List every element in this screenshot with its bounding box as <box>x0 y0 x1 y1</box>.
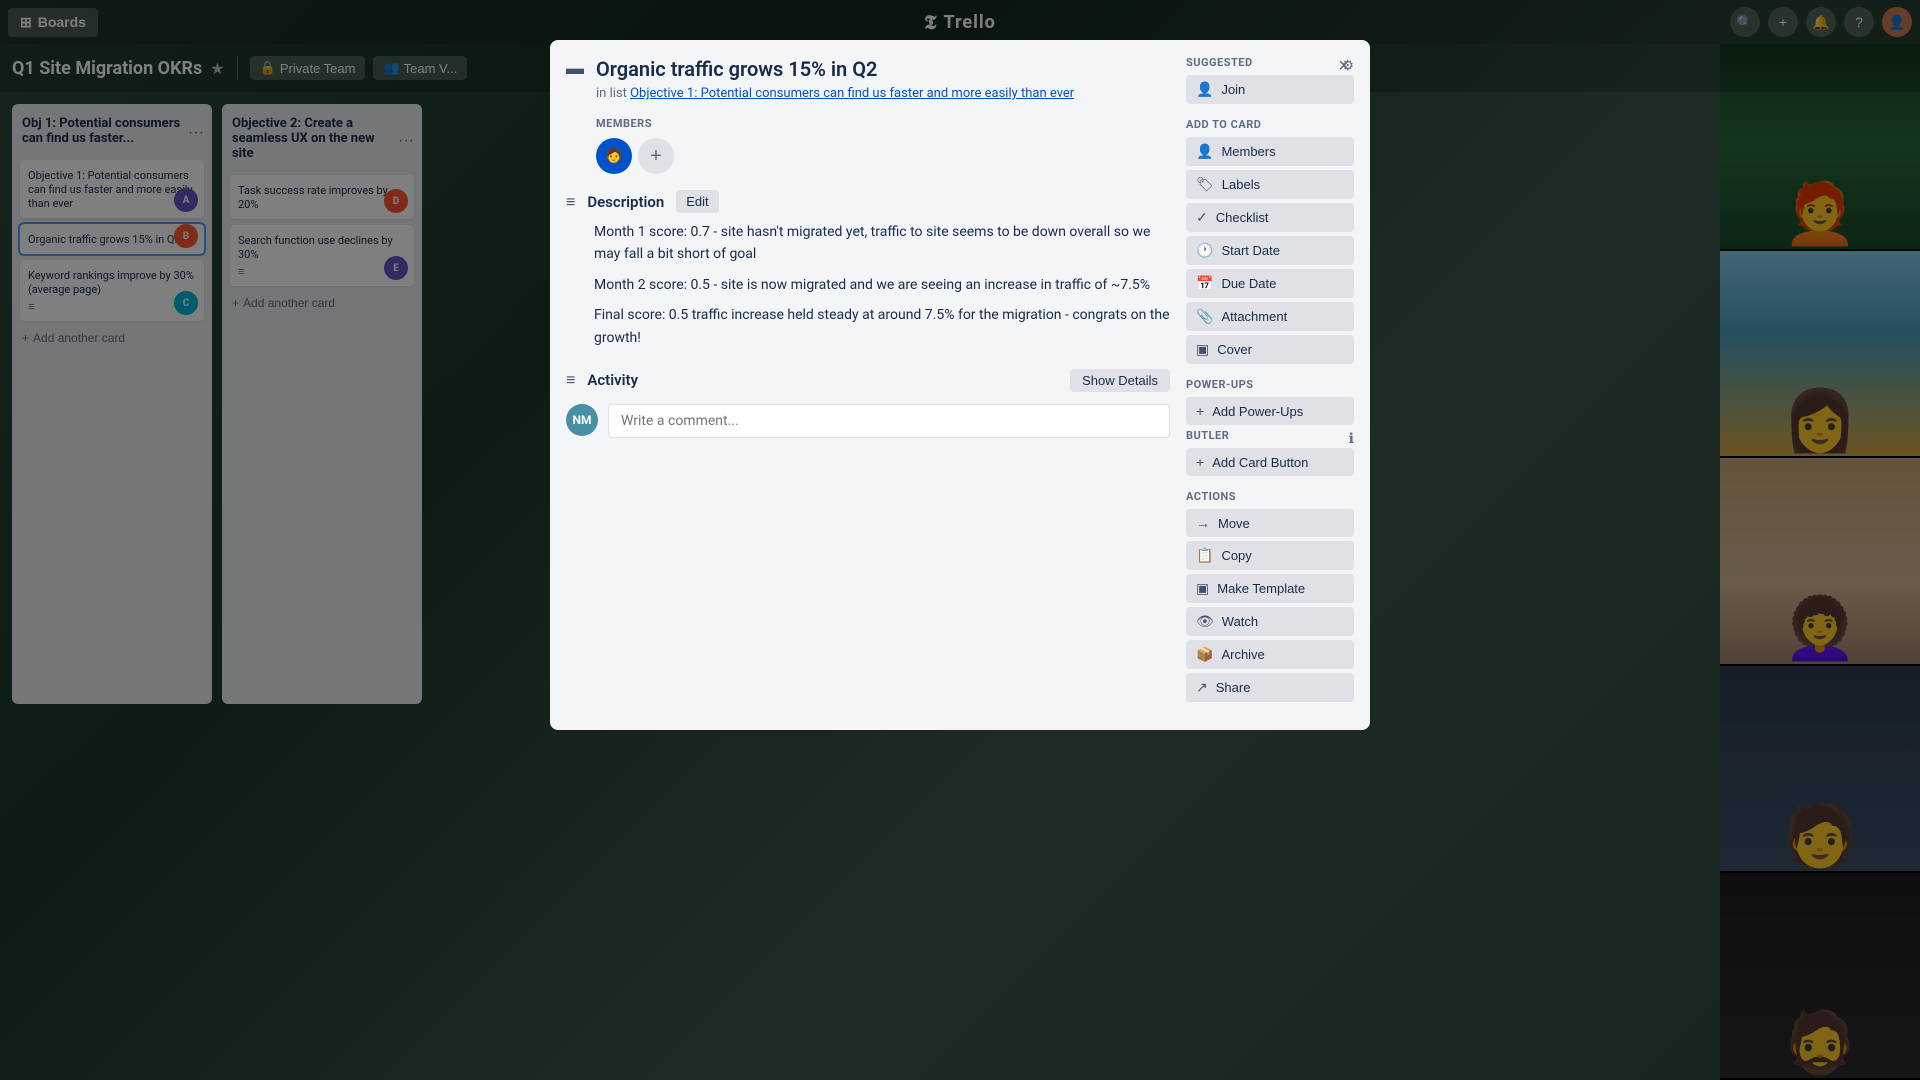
plus-icon-butler: + <box>1196 454 1204 470</box>
members-icon: 👤 <box>1196 143 1213 160</box>
copy-label: Copy <box>1221 548 1251 563</box>
comment-input[interactable] <box>608 404 1170 438</box>
share-label: Share <box>1216 680 1251 695</box>
archive-icon: 📦 <box>1196 646 1213 663</box>
members-section: MEMBERS 🧑 + <box>596 117 1170 174</box>
butler-header: BUTLER ℹ <box>1186 429 1354 448</box>
description-edit-button[interactable]: Edit <box>676 190 718 213</box>
description-content: Month 1 score: 0.7 - site hasn't migrate… <box>594 221 1170 349</box>
attachment-icon: 📎 <box>1196 308 1213 325</box>
add-card-button-label: Add Card Button <box>1212 455 1308 470</box>
card-detail-modal: × ▬ Organic traffic grows 15% in Q2 in l… <box>550 40 1370 730</box>
due-date-icon: 📅 <box>1196 275 1213 292</box>
make-template-icon: ▣ <box>1196 580 1209 597</box>
move-icon: → <box>1196 515 1210 531</box>
attachment-button[interactable]: 📎 Attachment <box>1186 302 1354 331</box>
join-label: Join <box>1221 82 1245 97</box>
activity-header-left: ≡ Activity <box>566 370 638 390</box>
members-button[interactable]: 👤 Members <box>1186 137 1354 166</box>
watch-label: Watch <box>1222 614 1258 629</box>
checklist-icon: ✓ <box>1196 209 1208 226</box>
members-section-label: MEMBERS <box>596 117 1170 130</box>
modal-close-button[interactable]: × <box>1328 50 1360 82</box>
cover-label: Cover <box>1217 342 1252 357</box>
copy-button[interactable]: 📋 Copy <box>1186 541 1354 570</box>
due-date-button[interactable]: 📅 Due Date <box>1186 269 1354 298</box>
due-date-label: Due Date <box>1221 276 1276 291</box>
close-icon: × <box>1338 55 1350 78</box>
move-button[interactable]: → Move <box>1186 509 1354 537</box>
actions-label: ACTIONS <box>1186 490 1354 503</box>
butler-label: BUTLER <box>1186 429 1229 442</box>
cover-button[interactable]: ▣ Cover <box>1186 335 1354 364</box>
desc-line-1: Month 1 score: 0.7 - site hasn't migrate… <box>594 221 1170 266</box>
labels-button[interactable]: 🏷 Labels <box>1186 170 1354 199</box>
cover-icon: ▣ <box>1196 341 1209 358</box>
watch-button[interactable]: 👁 Watch <box>1186 607 1354 636</box>
description-section: ≡ Description Edit Month 1 score: 0.7 - … <box>566 190 1170 349</box>
members-btn-label: Members <box>1221 144 1275 159</box>
description-icon: ≡ <box>566 192 575 212</box>
suggested-label: SUGGESTED <box>1186 56 1253 69</box>
copy-icon: 📋 <box>1196 547 1213 564</box>
activity-title: Activity <box>587 371 638 389</box>
member-avatar-1[interactable]: 🧑 <box>596 138 632 174</box>
description-title: Description <box>587 193 664 211</box>
checklist-btn-label: Checklist <box>1216 210 1269 225</box>
move-label: Move <box>1218 516 1250 531</box>
members-row: 🧑 + <box>596 138 1170 174</box>
description-header: ≡ Description Edit <box>566 190 1170 213</box>
modal-title-area: Organic traffic grows 15% in Q2 in list … <box>596 56 1074 101</box>
modal-main-content: ▬ Organic traffic grows 15% in Q2 in lis… <box>566 56 1170 706</box>
activity-header: ≡ Activity Show Details <box>566 369 1170 392</box>
add-power-ups-label: Add Power-Ups <box>1212 404 1303 419</box>
archive-label: Archive <box>1221 647 1264 662</box>
share-button[interactable]: ↗ Share <box>1186 673 1354 702</box>
add-card-button-butler[interactable]: + Add Card Button <box>1186 448 1354 476</box>
attachment-label: Attachment <box>1221 309 1287 324</box>
modal-in-list-text: in list Objective 1: Potential consumers… <box>596 86 1074 101</box>
start-date-button[interactable]: 🕐 Start Date <box>1186 236 1354 265</box>
activity-section: ≡ Activity Show Details NM <box>566 369 1170 438</box>
plus-icon-power-ups: + <box>1196 403 1204 419</box>
watch-icon: 👁 <box>1196 613 1214 630</box>
join-button[interactable]: 👤 Join <box>1186 75 1354 104</box>
modal-card-title: Organic traffic grows 15% in Q2 <box>596 56 1074 82</box>
desc-line-2: Month 2 score: 0.5 - site is now migrate… <box>594 274 1170 296</box>
info-icon[interactable]: ℹ <box>1349 431 1354 447</box>
power-ups-label: POWER-UPS <box>1186 378 1354 391</box>
make-template-button[interactable]: ▣ Make Template <box>1186 574 1354 603</box>
comment-avatar-initials: NM <box>573 413 592 427</box>
join-icon: 👤 <box>1196 81 1213 98</box>
modal-sidebar: SUGGESTED ⚙ 👤 Join ADD TO CARD 👤 Members… <box>1186 56 1354 706</box>
card-type-icon: ▬ <box>566 58 584 79</box>
member-avatar-icon: 🧑 <box>605 148 622 164</box>
start-date-label: Start Date <box>1221 243 1280 258</box>
archive-button[interactable]: 📦 Archive <box>1186 640 1354 669</box>
modal-header: ▬ Organic traffic grows 15% in Q2 in lis… <box>566 56 1170 101</box>
labels-btn-label: Labels <box>1222 177 1260 192</box>
comment-avatar: NM <box>566 404 598 436</box>
add-to-card-label: ADD TO CARD <box>1186 118 1354 131</box>
in-list-label: in list <box>596 86 627 101</box>
start-date-icon: 🕐 <box>1196 242 1213 259</box>
make-template-label: Make Template <box>1217 581 1305 596</box>
activity-icon: ≡ <box>566 370 575 390</box>
labels-icon: 🏷 <box>1196 176 1214 193</box>
add-member-button[interactable]: + <box>638 138 674 174</box>
modal-overlay[interactable]: × ▬ Organic traffic grows 15% in Q2 in l… <box>0 0 1920 1080</box>
desc-line-3: Final score: 0.5 traffic increase held s… <box>594 304 1170 349</box>
show-details-button[interactable]: Show Details <box>1070 369 1170 392</box>
share-icon: ↗ <box>1196 679 1208 696</box>
add-power-ups-button[interactable]: + Add Power-Ups <box>1186 397 1354 425</box>
checklist-button[interactable]: ✓ Checklist <box>1186 203 1354 232</box>
comment-row: NM <box>566 404 1170 438</box>
list-link[interactable]: Objective 1: Potential consumers can fin… <box>630 86 1074 101</box>
